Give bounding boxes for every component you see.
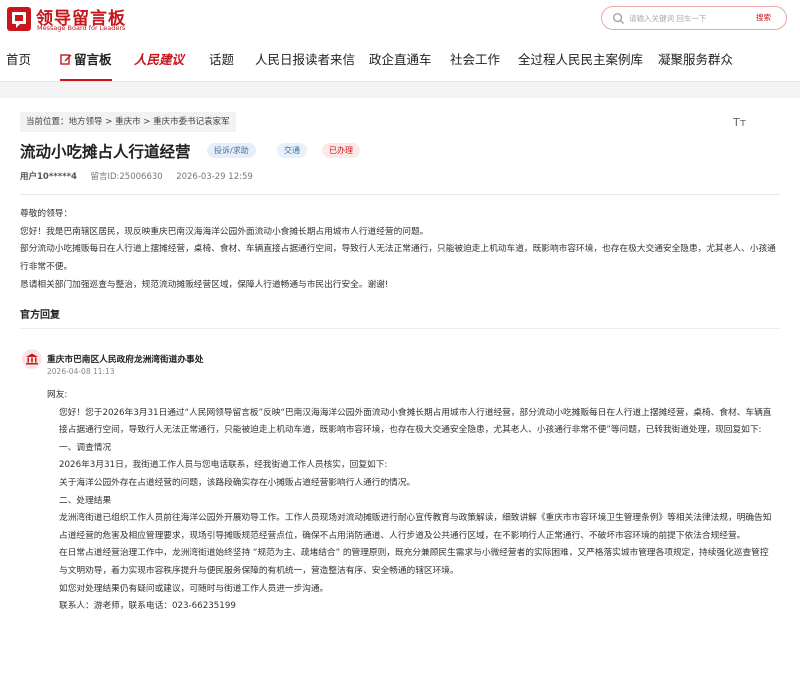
nav-item-serve-masses[interactable]: 凝聚服务群众 bbox=[658, 49, 733, 68]
reply-paragraph: 2026年3月31日，我街道工作人员与您电话联系，经我街道工作人员核实，回复如下… bbox=[59, 460, 388, 471]
breadcrumb-separator: > bbox=[140, 117, 154, 127]
reply-paragraph: 您好！您于2026年3月31日通过“人民网领导留言板”反映“巴南汉海海洋公园外面… bbox=[59, 407, 772, 436]
reply-paragraph: 在日常占道经营治理工作中，龙洲湾街道始终坚持 “规范为主、疏堵结合” 的管理原则… bbox=[59, 548, 769, 576]
official-reply-heading: 官方回复 bbox=[20, 310, 60, 321]
nav-item-social-work[interactable]: 社会工作 bbox=[450, 49, 500, 68]
nav-item-reader-letters[interactable]: 人民日报读者来信 bbox=[255, 49, 355, 68]
search-button[interactable]: 搜索 bbox=[756, 12, 771, 23]
search-icon bbox=[613, 13, 625, 25]
site-logo[interactable]: 领导留言板 Message Board for Leaders bbox=[6, 5, 156, 33]
logo-subtitle: Message Board for Leaders bbox=[37, 24, 126, 32]
breadcrumb-separator: > bbox=[102, 117, 116, 127]
message-paragraph: 您好！我是巴南辖区居民，现反映重庆巴南汉海海洋公园外面流动小食摊长期占用城市人行… bbox=[20, 226, 429, 237]
reply-paragraph: 关于海洋公园外存在占道经营的问题，该路段确实存在小摊贩占道经营影响行人通行的情况… bbox=[59, 477, 416, 488]
building-icon bbox=[26, 353, 38, 365]
message-id: 留言ID:25006630 bbox=[90, 172, 163, 182]
message-user: 用户10*****4 bbox=[20, 172, 77, 182]
breadcrumb-item-local-leaders[interactable]: 地方领导 bbox=[69, 117, 103, 127]
field-tag: 交通 bbox=[277, 143, 307, 158]
nav-item-gov-enterprise[interactable]: 政企直通车 bbox=[369, 49, 432, 68]
status-badge: 已办理 bbox=[322, 143, 360, 158]
message-paragraph: 尊敬的领导： bbox=[20, 209, 73, 219]
message-date: 2026-03-29 12:59 bbox=[176, 172, 253, 182]
font-size-icon[interactable]: Tт bbox=[733, 116, 746, 129]
nav-item-message-board-label: 留言板 bbox=[74, 52, 112, 67]
main-nav: 首页 留言板 人民建议 话题 人民日报读者来信 政企直通车 社会工作 全过程人民… bbox=[0, 36, 800, 82]
message-title: 流动小吃摊占人行道经营 bbox=[20, 143, 191, 161]
reply-paragraph: 二、处理结果 bbox=[59, 495, 112, 506]
message-detail-card: 当前位置：地方领导 > 重庆市 > 重庆市委书记袁家军 Tт 流动小吃摊占人行道… bbox=[0, 98, 800, 673]
breadcrumb-item-secretary[interactable]: 重庆市委书记袁家军 bbox=[153, 117, 230, 127]
site-header: 领导留言板 Message Board for Leaders 搜索 bbox=[0, 0, 800, 36]
reply-body: 网友: 您好！您于2026年3月31日通过“人民网领导留言板”反映“巴南汉海海洋… bbox=[47, 387, 772, 616]
breadcrumb-prefix: 当前位置： bbox=[26, 117, 69, 127]
breadcrumb-item-chongqing[interactable]: 重庆市 bbox=[115, 117, 141, 127]
nav-item-home[interactable]: 首页 bbox=[6, 49, 31, 68]
category-tag: 投诉/求助 bbox=[207, 143, 256, 158]
search-input[interactable] bbox=[629, 10, 749, 26]
message-body: 尊敬的领导： 您好！我是巴南辖区居民，现反映重庆巴南汉海海洋公园外面流动小食摊长… bbox=[20, 206, 780, 295]
nav-item-message-board[interactable]: 留言板 bbox=[60, 49, 112, 68]
logo-mark-icon bbox=[7, 7, 31, 31]
nav-item-democracy-cases[interactable]: 全过程人民民主案例库 bbox=[518, 49, 643, 68]
breadcrumb: 当前位置：地方领导 > 重庆市 > 重庆市委书记袁家军 bbox=[20, 112, 236, 132]
reply-paragraph: 如您对处理结果仍有疑问或建议，可随时与街道工作人员进一步沟通。 bbox=[59, 583, 329, 594]
nav-item-topics[interactable]: 话题 bbox=[209, 49, 234, 68]
search-box: 搜索 bbox=[601, 6, 787, 30]
government-building-icon bbox=[22, 349, 42, 369]
nav-active-indicator bbox=[60, 79, 112, 81]
reply-paragraph: 联系人：游老师，联系电话：023-66235199 bbox=[59, 601, 236, 612]
edit-icon bbox=[60, 54, 72, 65]
reply-org-name: 重庆市巴南区人民政府龙洲湾街道办事处 bbox=[47, 355, 204, 365]
reply-paragraph: 一、调查情况 bbox=[59, 442, 112, 453]
message-paragraph: 部分流动小吃摊贩每日在人行道上摆摊经营，桌椅、食材、车辆直接占据通行空间，导致行… bbox=[20, 244, 776, 273]
nav-item-people-suggestion[interactable]: 人民建议 bbox=[134, 49, 184, 68]
divider bbox=[20, 328, 780, 329]
message-paragraph: 恳请相关部门加强巡查与整治，规范流动摊贩经营区域，保障人行道畅通与市民出行安全。… bbox=[20, 279, 389, 290]
reply-paragraph: 龙洲湾街道已组织工作人员前往海洋公园外开展劝导工作。工作人员现场对流动摊贩进行耐… bbox=[59, 513, 772, 541]
divider bbox=[20, 194, 780, 195]
reply-date: 2026-04-08 11:13 bbox=[47, 367, 115, 376]
message-meta: 用户10*****4 留言ID:25006630 2026-03-29 12:5… bbox=[20, 170, 253, 182]
reply-paragraph: 网友: bbox=[47, 390, 68, 400]
